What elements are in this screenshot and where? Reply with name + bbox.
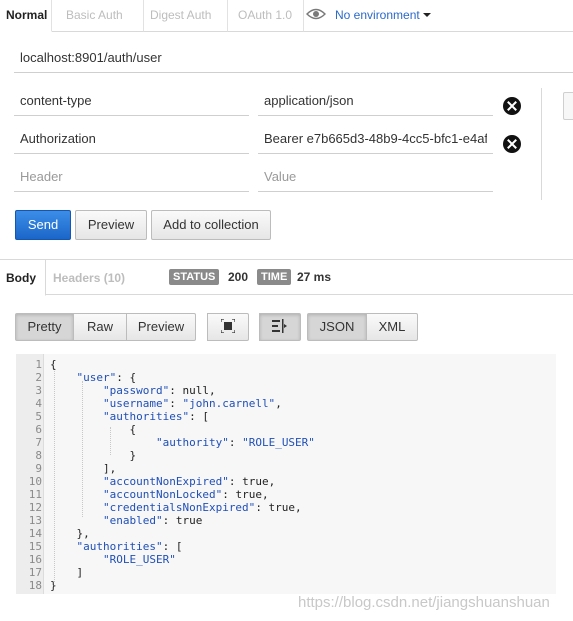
code-line: "credentialsNonExpired": true, [102, 501, 302, 514]
line-number: 15 [28, 540, 42, 553]
remove-header-icon[interactable] [503, 135, 521, 153]
status-badge: STATUS [169, 269, 220, 285]
status-value: 200 [228, 270, 249, 284]
line-number: 4 [35, 397, 42, 410]
line-number: 13 [28, 514, 42, 527]
line-number: 12 [28, 501, 42, 514]
new-header-value-input[interactable] [258, 162, 493, 192]
watermark: https://blog.csdn.net/jiangshuanshuan [298, 594, 550, 611]
preview-format-button[interactable]: Preview [126, 313, 196, 341]
code-line: "username": "john.carnell", [102, 397, 282, 410]
line-number: 16 [28, 553, 42, 566]
remove-header-icon[interactable] [503, 97, 521, 115]
code-line: "authorities": [ [76, 540, 183, 553]
code-line: "authority": "ROLE_USER" [155, 436, 315, 449]
header-key-input[interactable] [14, 86, 249, 116]
panel-divider [541, 88, 542, 200]
code-line: "accountNonLocked": true, [102, 488, 269, 501]
line-number: 8 [35, 449, 42, 462]
auth-tabs-bar: Normal Basic Auth Digest Auth OAuth 1.0 [0, 0, 573, 32]
tab-normal[interactable]: Normal [0, 0, 52, 32]
code-line: ] [50, 566, 84, 579]
code-line: "accountNonExpired": true, [102, 475, 276, 488]
code-line: "authorities": [ [102, 410, 209, 423]
line-number: 5 [35, 410, 42, 423]
environment-label: No environment [335, 8, 420, 22]
code-line: { [50, 423, 137, 436]
new-header-key-input[interactable] [14, 162, 249, 192]
code-line: "user": { [76, 371, 137, 384]
fullscreen-icon [220, 318, 236, 334]
code-line: "password": null, [102, 384, 216, 397]
line-number: 9 [35, 462, 42, 475]
environment-select[interactable]: No environment [335, 0, 431, 32]
tab-basic-auth[interactable]: Basic Auth [60, 0, 144, 32]
caret-down-icon [422, 13, 431, 17]
line-number: 1 [35, 358, 42, 371]
code-line: ], [50, 462, 117, 475]
fullscreen-button[interactable] [207, 313, 249, 341]
tab-digest-auth[interactable]: Digest Auth [144, 0, 228, 32]
raw-button[interactable]: Raw [73, 313, 127, 341]
code-line: } [50, 449, 137, 462]
code-line: "enabled": true [102, 514, 203, 527]
code-line: { [50, 358, 57, 371]
line-number: 6 [35, 423, 42, 436]
code-line: } [50, 579, 57, 592]
xml-button[interactable]: XML [366, 313, 418, 341]
add-to-collection-button[interactable]: Add to collection [151, 210, 271, 240]
wrap-lines-icon [272, 319, 287, 333]
line-number: 2 [35, 371, 42, 384]
line-number: 14 [28, 527, 42, 540]
line-number: 11 [28, 488, 42, 501]
line-number: 17 [28, 566, 42, 579]
pretty-button[interactable]: Pretty [15, 313, 74, 341]
wrap-toggle-button[interactable] [259, 313, 301, 341]
header-value-input[interactable] [258, 86, 493, 116]
tab-oauth[interactable]: OAuth 1.0 [232, 0, 304, 32]
send-button[interactable]: Send [15, 210, 71, 240]
eye-icon[interactable] [306, 7, 326, 21]
header-key-input[interactable] [14, 124, 249, 154]
tab-response-headers[interactable]: Headers (10) [47, 260, 137, 295]
header-value-input[interactable] [258, 124, 493, 154]
line-number: 18 [28, 579, 42, 592]
response-tabs-bar: Body Headers (10) STATUS 200 TIME 27 ms [0, 259, 573, 296]
side-panel-button[interactable] [563, 92, 573, 120]
line-number: 10 [28, 475, 42, 488]
response-body-code[interactable]: 1 {2 "user": { 3 "password": null, 4 "usern… [16, 354, 556, 594]
url-input[interactable] [14, 43, 573, 73]
line-number: 7 [35, 436, 42, 449]
code-line: }, [50, 527, 90, 540]
time-value: 27 ms [297, 270, 332, 284]
time-badge: TIME [257, 269, 292, 285]
tab-body[interactable]: Body [0, 260, 46, 296]
code-line: "ROLE_USER" [102, 553, 176, 566]
preview-button[interactable]: Preview [75, 210, 147, 240]
json-button[interactable]: JSON [307, 313, 367, 341]
line-number: 3 [35, 384, 42, 397]
